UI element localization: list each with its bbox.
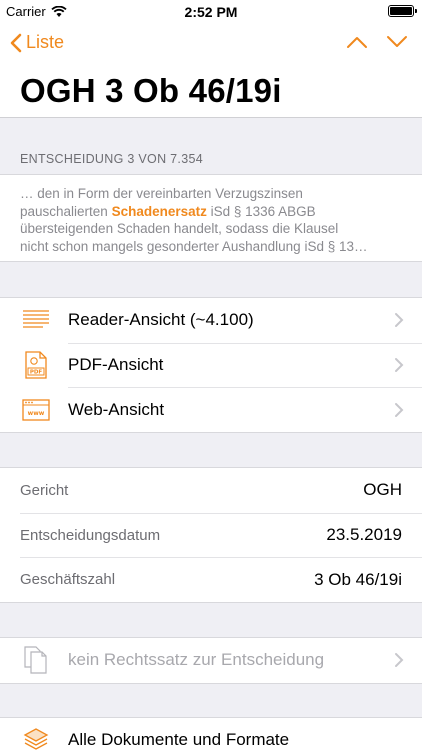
svg-text:PDF: PDF bbox=[30, 370, 43, 376]
back-button[interactable]: Liste bbox=[10, 32, 64, 53]
status-bar: Carrier 2:52 PM bbox=[0, 0, 422, 22]
text-lines-icon bbox=[22, 306, 50, 334]
detail-key: Entscheidungsdatum bbox=[20, 526, 161, 544]
decision-details-list: Gericht OGH Entscheidungsdatum 23.5.2019… bbox=[0, 467, 422, 604]
chevron-right-icon bbox=[395, 653, 404, 668]
chevron-left-icon bbox=[10, 33, 22, 52]
all-documents-label: Alle Dokumente und Formate bbox=[68, 730, 290, 750]
status-time: 2:52 PM bbox=[184, 4, 238, 20]
decision-counter: ENTSCHEIDUNG 3 VON 7.354 bbox=[20, 152, 203, 166]
chevron-right-icon bbox=[395, 313, 404, 328]
previous-button[interactable] bbox=[346, 34, 368, 50]
snippet-text: pauschalierten bbox=[20, 203, 112, 219]
pdf-icon: PDF bbox=[22, 351, 50, 379]
snippet-line: … den in Form der vereinbarten Verzugszi… bbox=[20, 186, 303, 201]
detail-row-court: Gericht OGH bbox=[0, 468, 422, 513]
snippet-text: iSd § 1336 ABGB bbox=[206, 203, 316, 219]
snippet-highlight: Schadenersatz bbox=[111, 203, 207, 219]
reader-view-row[interactable]: Reader-Ansicht (~4.100) bbox=[0, 298, 422, 343]
chevron-up-icon bbox=[347, 37, 367, 48]
detail-key: Geschäftszahl bbox=[20, 571, 116, 589]
detail-value: 23.5.2019 bbox=[326, 525, 402, 545]
rechtssatz-list: kein Rechtssatz zur Entscheidung bbox=[0, 637, 422, 684]
rechtssatz-row[interactable]: kein Rechtssatz zur Entscheidung bbox=[0, 638, 422, 683]
pdf-view-row[interactable]: PDF PDF-Ansicht bbox=[0, 342, 422, 388]
reader-view-label: Reader-Ansicht (~4.100) bbox=[68, 310, 254, 330]
all-documents-row[interactable]: Alle Dokumente und Formate bbox=[0, 718, 422, 750]
battery-icon bbox=[388, 5, 417, 17]
all-documents-list: Alle Dokumente und Formate bbox=[0, 717, 422, 750]
chevron-right-icon bbox=[395, 358, 404, 373]
snippet-line: pauschalierten Schadenersatz iSd § 1336 … bbox=[20, 203, 402, 221]
web-view-label: Web-Ansicht bbox=[68, 399, 165, 419]
detail-value: OGH bbox=[363, 480, 402, 500]
chevron-down-icon bbox=[387, 36, 407, 47]
detail-row-date: Entscheidungsdatum 23.5.2019 bbox=[0, 512, 422, 558]
web-view-row[interactable]: www Web-Ansicht bbox=[0, 387, 422, 432]
next-button[interactable] bbox=[386, 34, 408, 50]
svg-text:www: www bbox=[28, 410, 45, 417]
navigation-bar: Liste OGH 3 Ob 46/19i bbox=[0, 22, 422, 118]
web-icon: www bbox=[22, 396, 50, 424]
pdf-view-label: PDF-Ansicht bbox=[68, 355, 164, 375]
detail-row-case-number: Geschäftszahl 3 Ob 46/19i bbox=[0, 557, 422, 602]
snippet-line: nicht schon mangels gesonderter Aushandl… bbox=[20, 238, 368, 254]
snippet-line: übersteigenden Schaden handelt, sodass d… bbox=[20, 221, 339, 236]
documents-icon bbox=[22, 646, 50, 674]
rechtssatz-label: kein Rechtssatz zur Entscheidung bbox=[68, 650, 325, 670]
detail-value: 3 Ob 46/19i bbox=[314, 569, 402, 589]
chevron-right-icon bbox=[395, 402, 404, 417]
back-label: Liste bbox=[26, 32, 65, 52]
stack-icon bbox=[22, 726, 50, 750]
detail-key: Gericht bbox=[20, 481, 69, 499]
page-title: OGH 3 Ob 46/19i bbox=[20, 72, 282, 109]
decision-snippet: … den in Form der vereinbarten Verzugszi… bbox=[0, 174, 422, 262]
view-options-list: Reader-Ansicht (~4.100) PDF PDF-Ansicht … bbox=[0, 297, 422, 434]
